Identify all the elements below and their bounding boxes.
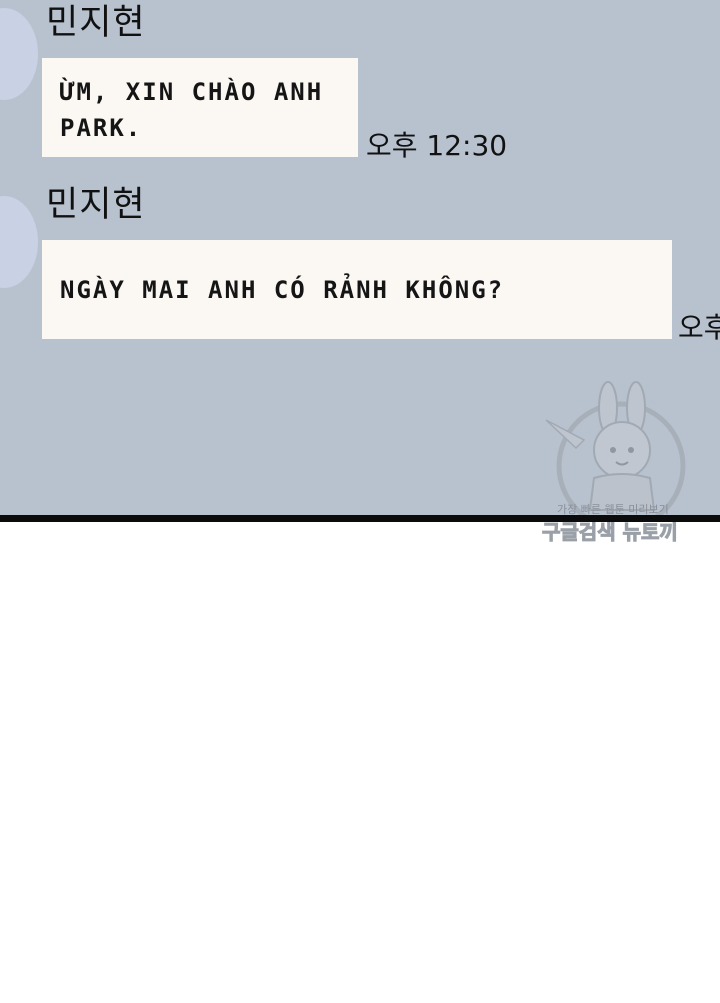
chat-panel: 민지현 ỪM, XIN CHÀO ANH PARK. 오후 12:30 민지현 …	[0, 0, 720, 515]
avatar[interactable]	[0, 8, 38, 100]
message-timestamp: 오후 12:30	[366, 129, 508, 162]
message-timestamp: 오후	[678, 311, 720, 344]
avatar[interactable]	[0, 196, 38, 288]
message-bubble[interactable]: ỪM, XIN CHÀO ANH PARK.	[42, 58, 358, 157]
panel-divider	[0, 515, 720, 522]
message-bubble[interactable]: NGÀY MAI ANH CÓ RẢNH KHÔNG?	[42, 240, 672, 339]
sender-name: 민지현	[46, 185, 146, 225]
sender-name: 민지현	[46, 3, 146, 43]
watermark-mascot-icon	[545, 381, 686, 515]
